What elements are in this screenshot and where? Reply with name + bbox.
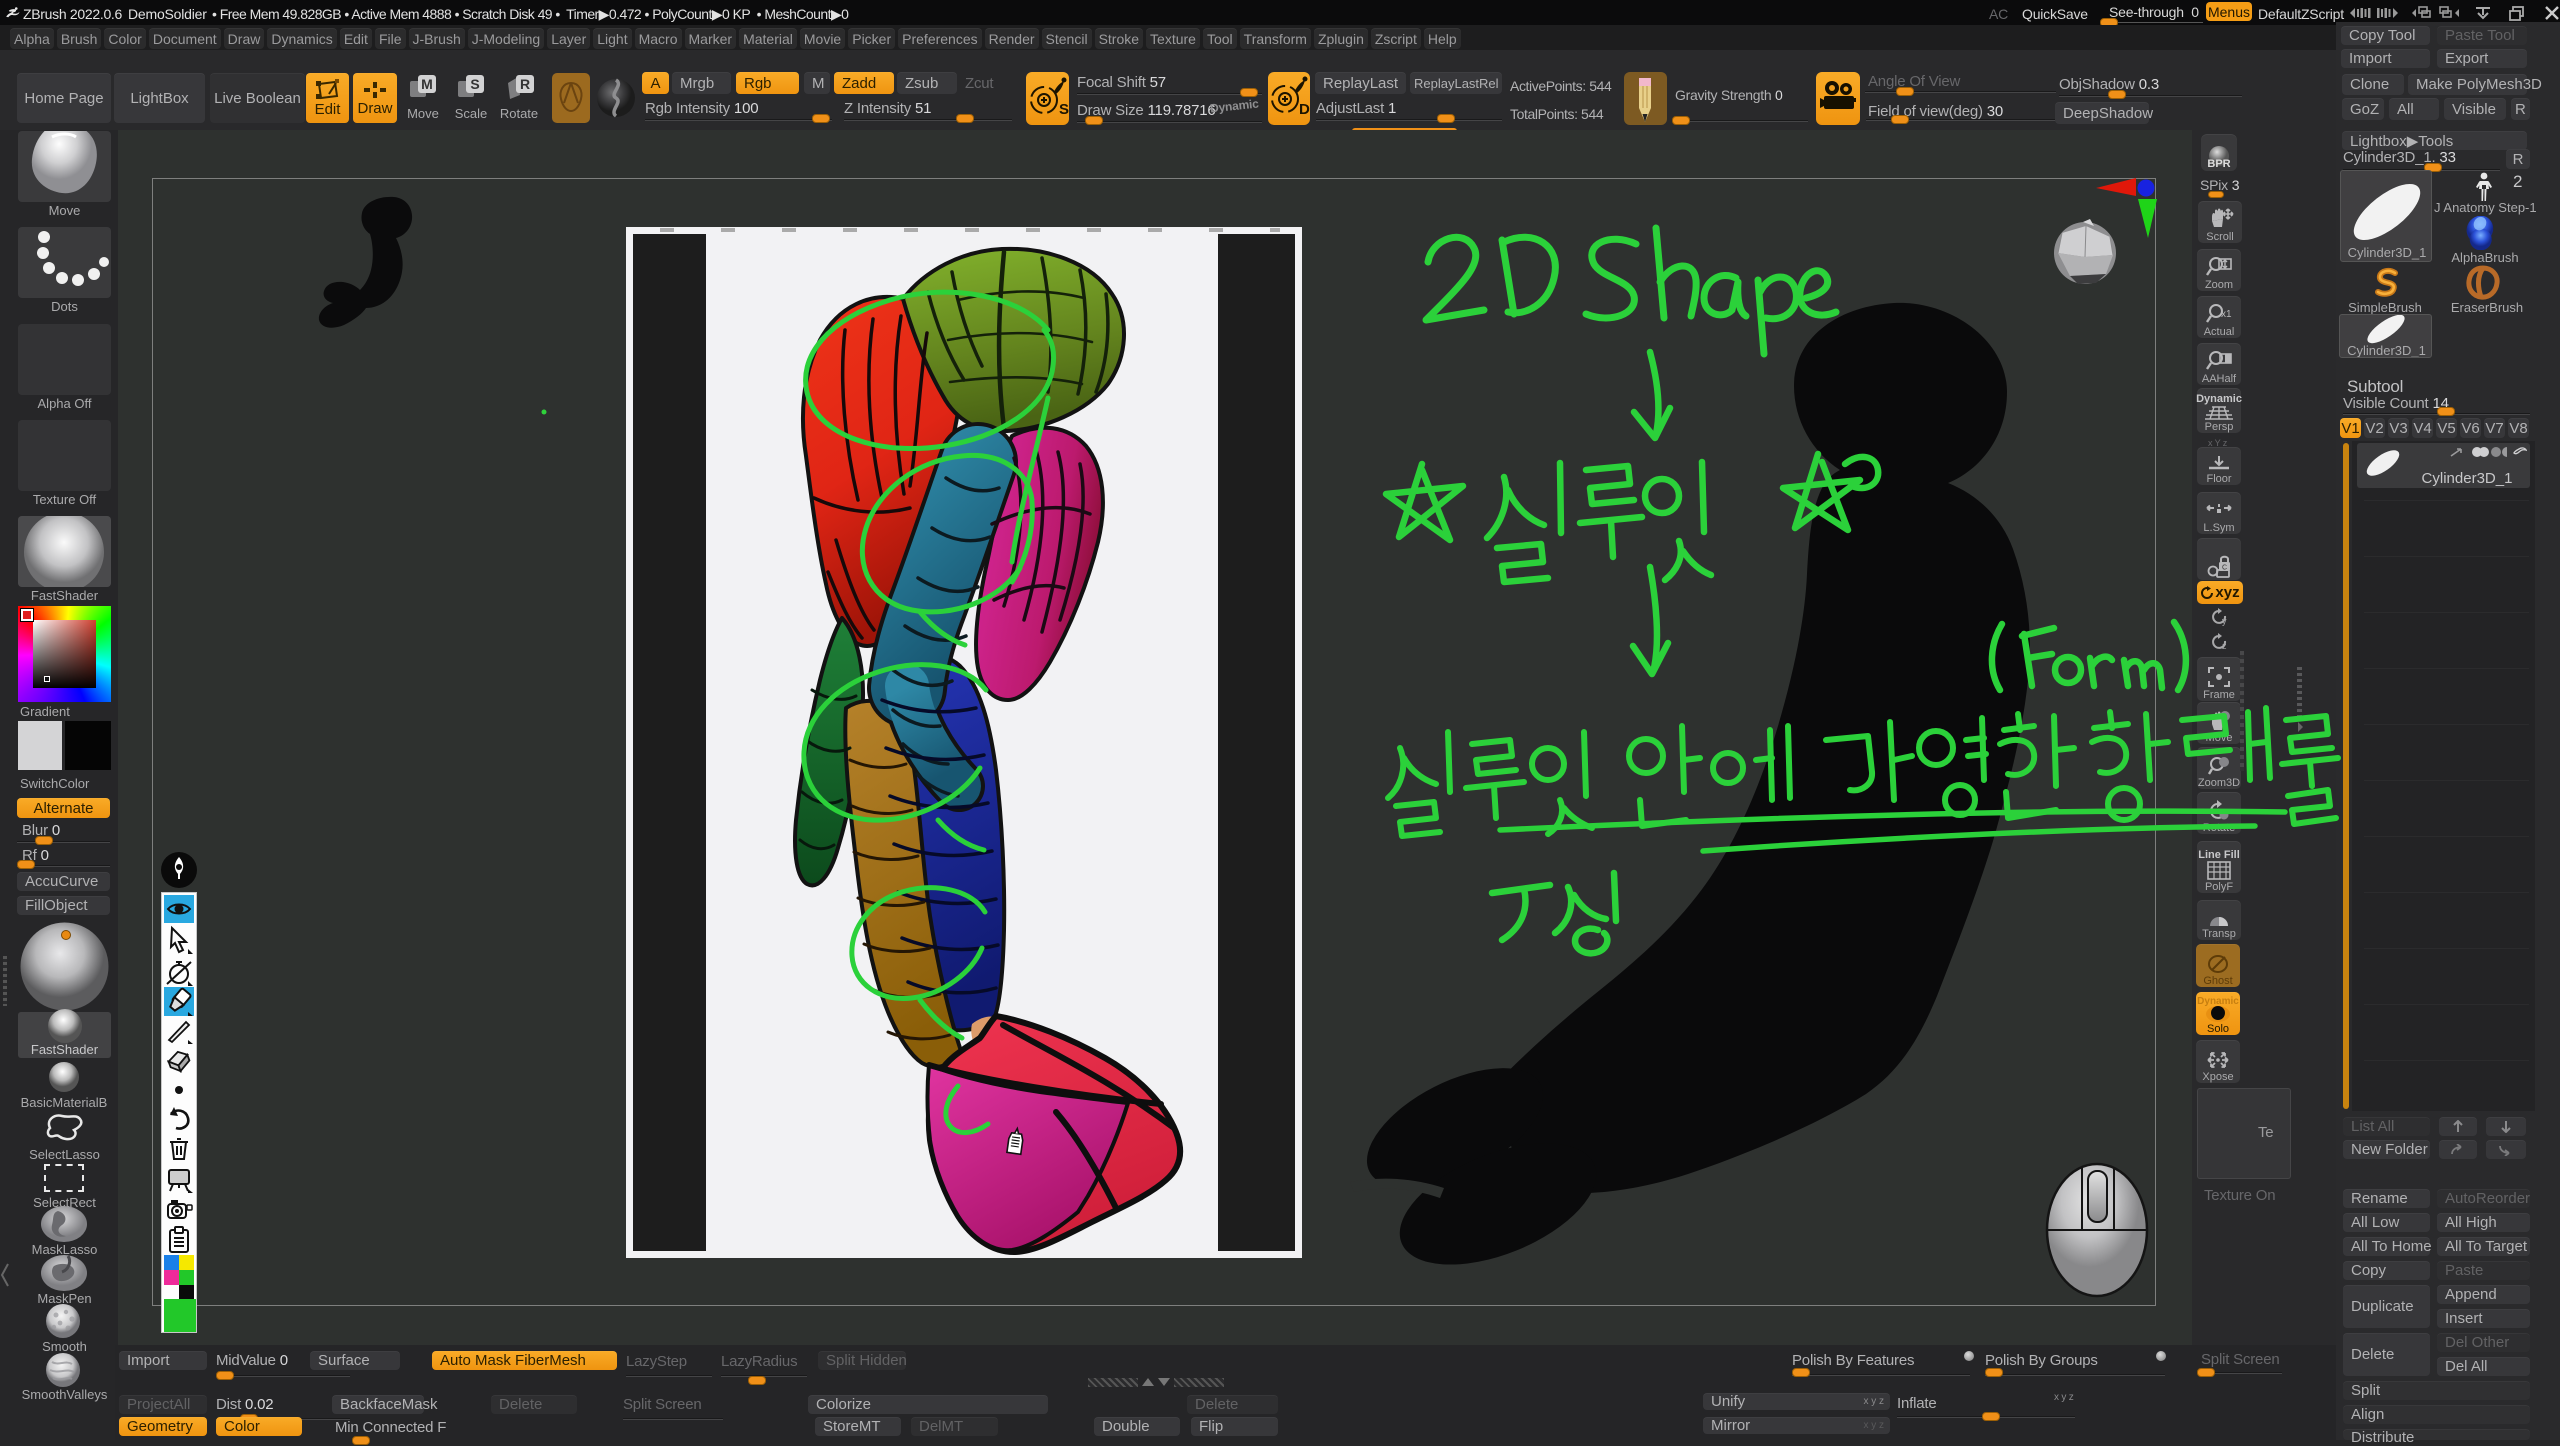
svg-text:x1: x1 — [2221, 309, 2232, 320]
svg-text:S: S — [470, 76, 479, 92]
svg-text:z: z — [2222, 641, 2227, 651]
svg-text:S: S — [1059, 101, 1069, 118]
svg-text:y: y — [2222, 616, 2227, 626]
svg-text:D: D — [1299, 101, 1310, 118]
svg-text:M: M — [421, 76, 433, 92]
svg-text:R: R — [520, 76, 530, 92]
svg-text:C: C — [2222, 565, 2227, 572]
